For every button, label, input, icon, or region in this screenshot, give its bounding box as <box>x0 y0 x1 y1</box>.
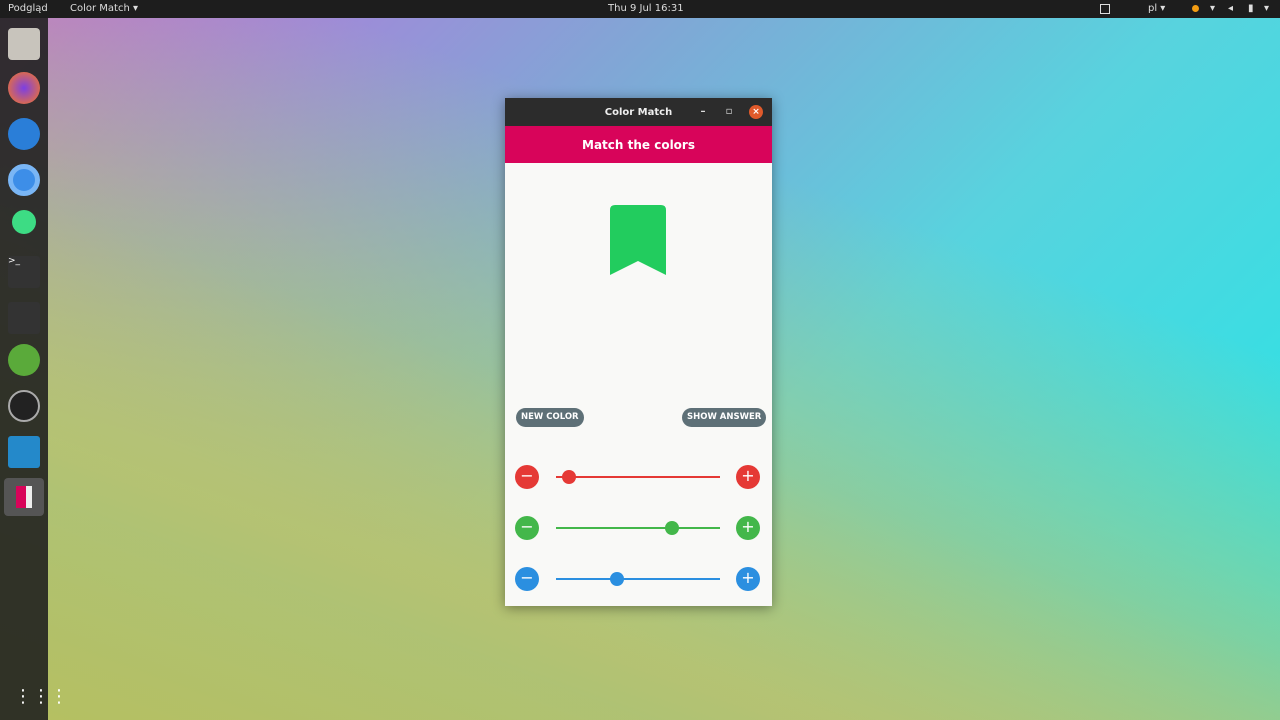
red-slider-thumb[interactable] <box>562 470 577 484</box>
maximize-button[interactable]: ▫ <box>722 105 736 119</box>
new-color-button[interactable]: NEW COLOR <box>516 408 584 427</box>
dock: >_ ⋮⋮⋮ <box>0 18 68 720</box>
red-decrease-button[interactable]: − <box>515 465 539 489</box>
clock[interactable]: Thu 9 Jul 16:31 <box>608 3 684 14</box>
thunderbird-icon[interactable] <box>8 118 40 150</box>
color-match-dock-icon[interactable] <box>4 478 44 516</box>
battery-icon[interactable]: ▮ <box>1248 3 1254 14</box>
workspace-icon[interactable] <box>1100 4 1110 14</box>
app-icon[interactable] <box>8 344 40 376</box>
color-match-window: Color Match – ▫ × Match the colors NEW C… <box>505 98 772 606</box>
blue-slider[interactable] <box>556 572 720 586</box>
wifi-icon[interactable]: ▾ <box>1210 3 1215 14</box>
blue-increase-button[interactable]: + <box>736 567 760 591</box>
minimize-button[interactable]: – <box>696 105 710 119</box>
blue-slider-thumb[interactable] <box>609 572 624 586</box>
app-menu[interactable]: Color Match ▾ <box>70 3 138 14</box>
red-slider[interactable] <box>556 470 720 484</box>
system-menu-icon[interactable]: ▾ <box>1264 3 1269 14</box>
green-decrease-button[interactable]: − <box>515 516 539 540</box>
terminal-icon[interactable]: >_ <box>8 256 40 288</box>
notification-dot-icon <box>1192 5 1199 12</box>
red-slider-row: − + <box>515 465 761 489</box>
green-increase-button[interactable]: + <box>736 516 760 540</box>
firefox-icon[interactable] <box>8 72 40 104</box>
files-icon[interactable] <box>8 28 40 60</box>
blue-decrease-button[interactable]: − <box>515 567 539 591</box>
blue-slider-row: − + <box>515 567 761 591</box>
volume-icon[interactable]: ◂ <box>1228 3 1233 14</box>
inkscape-icon[interactable] <box>8 390 40 422</box>
green-slider[interactable] <box>556 521 720 535</box>
activities-button[interactable]: Podgląd <box>8 3 48 14</box>
green-slider-thumb[interactable] <box>665 521 680 535</box>
green-slider-row: − + <box>515 516 761 540</box>
close-button[interactable]: × <box>749 105 763 119</box>
title-bar: Color Match – ▫ × <box>505 98 772 126</box>
show-answer-button[interactable]: SHOW ANSWER <box>682 408 767 427</box>
vscode-icon[interactable] <box>8 436 40 468</box>
system-monitor-icon[interactable] <box>8 302 40 334</box>
top-bar: Podgląd Color Match ▾ Thu 9 Jul 16:31 pl… <box>0 0 1280 18</box>
language-menu[interactable]: pl ▾ <box>1148 3 1165 14</box>
bookmark-color-icon <box>610 205 666 275</box>
show-apps-icon[interactable]: ⋮⋮⋮ <box>14 686 68 707</box>
window-title: Color Match <box>604 106 673 118</box>
chromium-icon[interactable] <box>8 164 40 196</box>
android-studio-icon[interactable] <box>12 210 36 234</box>
app-header: Match the colors <box>505 126 772 163</box>
red-increase-button[interactable]: + <box>736 465 760 489</box>
